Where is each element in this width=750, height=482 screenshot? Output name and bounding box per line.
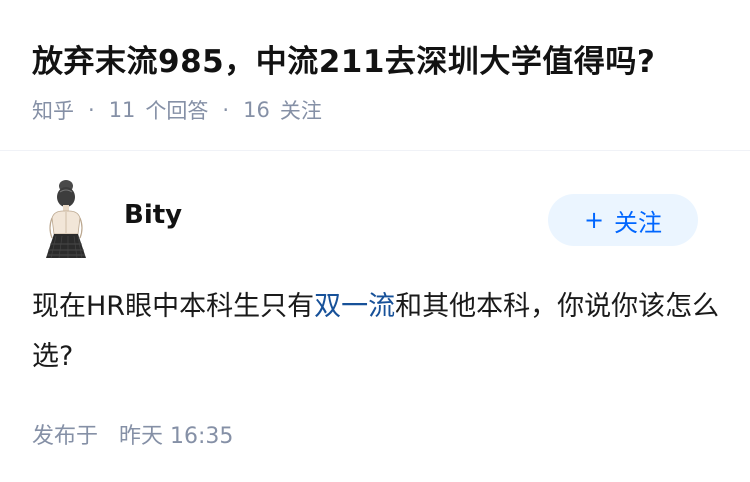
page: 放弃末流985，中流211去深圳大学值得吗? 知乎 · 11 个回答 · 16 … xyxy=(0,0,750,482)
answer-link[interactable]: 双一流 xyxy=(314,291,395,322)
published-label: 发布于 xyxy=(32,424,99,449)
plus-icon: + xyxy=(583,206,605,234)
divider xyxy=(0,150,750,151)
avatar-illustration xyxy=(46,180,86,259)
follow-button[interactable]: + 关注 xyxy=(548,194,698,246)
follow-count-label: 关注 xyxy=(279,99,322,123)
answer-count-label: 个回答 xyxy=(145,99,209,123)
source-label: 知乎 xyxy=(32,99,74,123)
question-header: 放弃末流985，中流211去深圳大学值得吗? 知乎 · 11 个回答 · 16 … xyxy=(0,0,750,150)
follow-count: 16 xyxy=(243,98,270,122)
author-row: Bity + 关注 xyxy=(0,178,750,260)
author-name[interactable]: Bity xyxy=(124,200,182,230)
follow-button-label: 关注 xyxy=(614,208,663,237)
question-title[interactable]: 放弃末流985，中流211去深圳大学值得吗? xyxy=(32,36,655,81)
answer-text-before: 现在HR眼中本科生只有 xyxy=(32,291,315,322)
question-meta: 知乎 · 11 个回答 · 16 关注 xyxy=(32,95,322,125)
answer-count: 11 xyxy=(108,98,136,122)
meta-separator: · xyxy=(222,98,230,122)
meta-separator: · xyxy=(88,98,95,122)
answer-meta: 发布于 昨天 16:35 xyxy=(32,418,233,450)
published-time: 昨天 16:35 xyxy=(119,424,234,449)
avatar[interactable] xyxy=(36,178,100,260)
answer-content[interactable]: 现在HR眼中本科生只有双一流和其他本科，你说你该怎么选? xyxy=(32,282,722,382)
